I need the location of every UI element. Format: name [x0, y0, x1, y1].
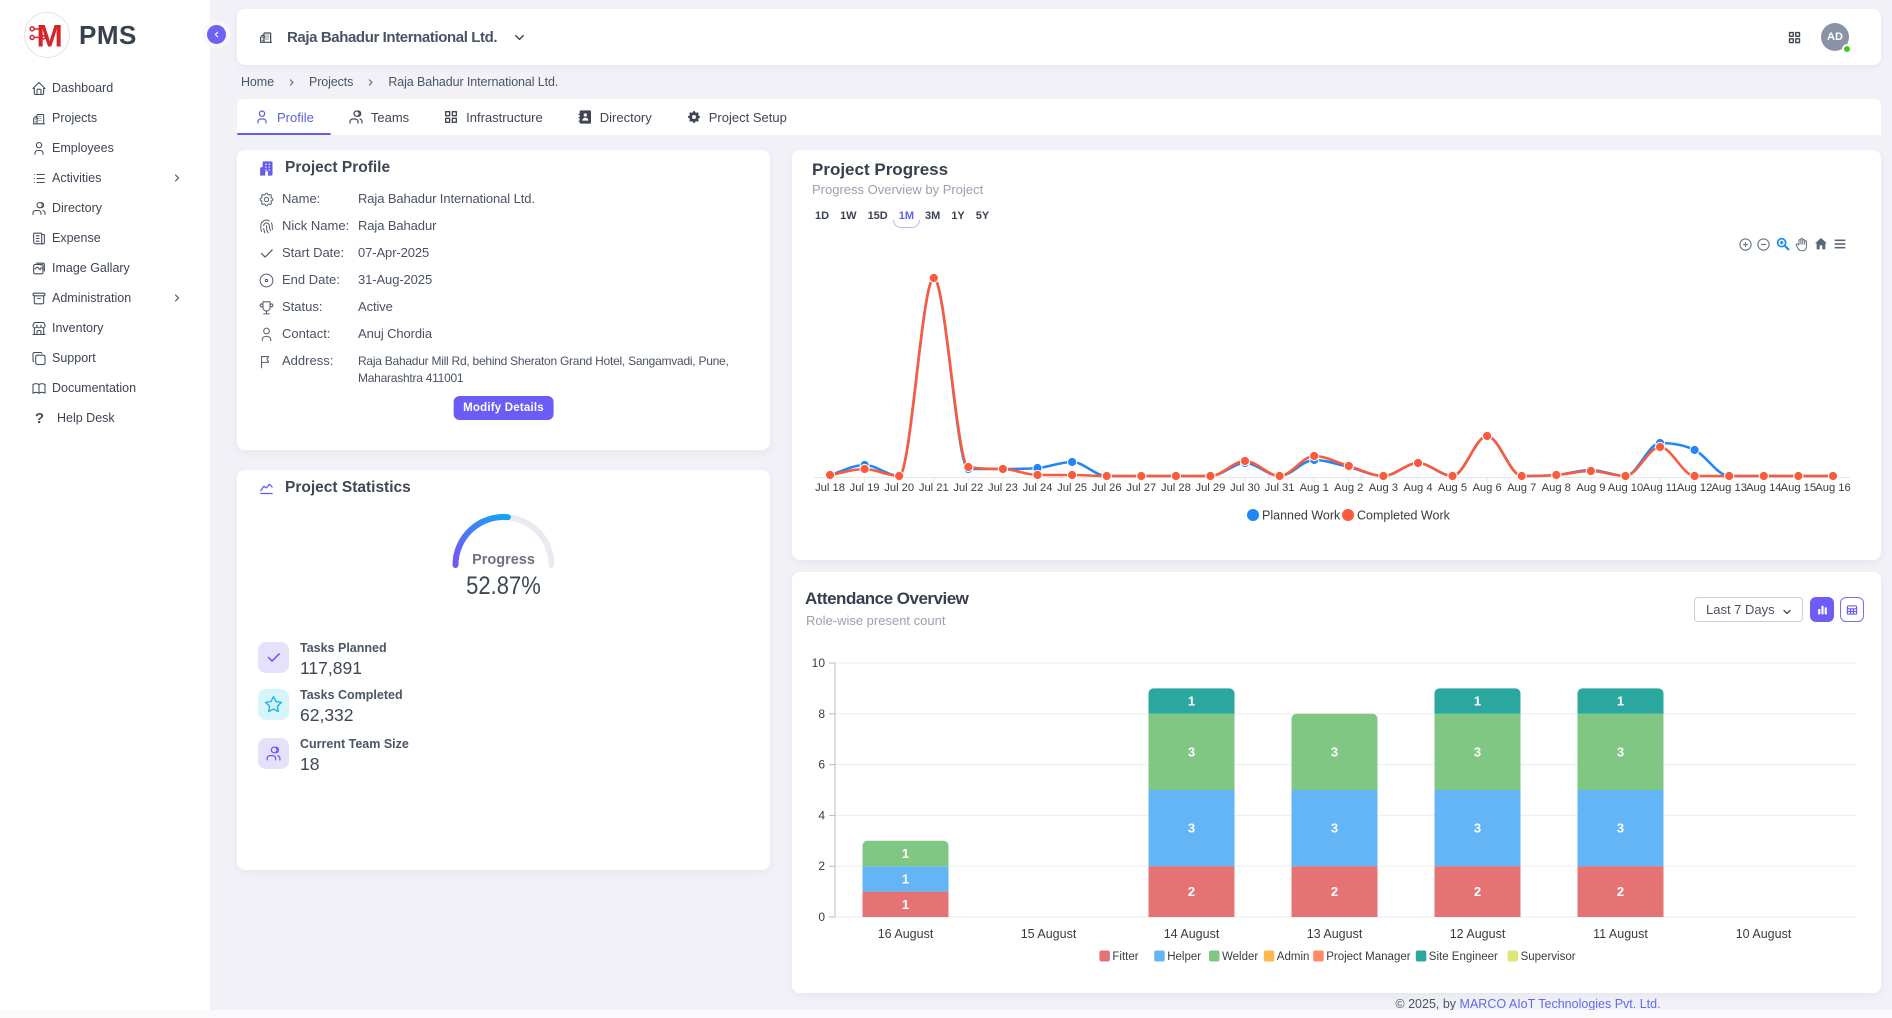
svg-text:Aug 14: Aug 14	[1746, 482, 1781, 494]
svg-text:14 August: 14 August	[1164, 927, 1220, 941]
svg-text:Aug 15: Aug 15	[1781, 482, 1816, 494]
svg-text:Jul 25: Jul 25	[1057, 482, 1087, 494]
svg-text:1: 1	[1188, 694, 1195, 709]
svg-text:16 August: 16 August	[878, 927, 934, 941]
svg-text:15 August: 15 August	[1021, 927, 1077, 941]
svg-text:3: 3	[1474, 744, 1481, 759]
svg-text:Aug 9: Aug 9	[1576, 482, 1605, 494]
svg-text:4: 4	[818, 808, 825, 822]
svg-text:Aug 10: Aug 10	[1608, 482, 1643, 494]
svg-text:10: 10	[812, 656, 826, 670]
svg-text:Aug 1: Aug 1	[1300, 482, 1329, 494]
svg-text:Project Manager: Project Manager	[1326, 951, 1411, 963]
svg-text:1: 1	[902, 871, 909, 886]
svg-text:1: 1	[902, 846, 909, 861]
svg-text:3: 3	[1617, 821, 1624, 836]
svg-text:8: 8	[818, 707, 825, 721]
svg-text:M: M	[36, 17, 62, 53]
svg-text:3: 3	[1188, 821, 1195, 836]
svg-text:Aug 4: Aug 4	[1403, 482, 1432, 494]
svg-text:Aug 2: Aug 2	[1334, 482, 1363, 494]
svg-text:13 August: 13 August	[1307, 927, 1363, 941]
svg-text:3: 3	[1331, 821, 1338, 836]
svg-text:1: 1	[1474, 694, 1481, 709]
svg-text:Aug 13: Aug 13	[1711, 482, 1746, 494]
svg-text:Fitter: Fitter	[1112, 951, 1138, 963]
svg-text:Planned Work: Planned Work	[1262, 509, 1341, 523]
svg-text:Aug 16: Aug 16	[1815, 482, 1850, 494]
svg-text:1: 1	[902, 897, 909, 912]
svg-text:2: 2	[1474, 884, 1481, 899]
svg-text:Jul 24: Jul 24	[1023, 482, 1053, 494]
svg-text:Jul 23: Jul 23	[988, 482, 1018, 494]
svg-text:Site Engineer: Site Engineer	[1429, 951, 1498, 963]
svg-text:3: 3	[1474, 821, 1481, 836]
svg-text:Admin: Admin	[1277, 951, 1310, 963]
svg-text:Jul 27: Jul 27	[1126, 482, 1156, 494]
svg-text:Welder: Welder	[1222, 951, 1258, 963]
svg-text:12 August: 12 August	[1450, 927, 1506, 941]
svg-text:Helper: Helper	[1167, 951, 1201, 963]
svg-text:3: 3	[1188, 744, 1195, 759]
svg-text:2: 2	[1331, 884, 1338, 899]
svg-text:11 August: 11 August	[1593, 927, 1648, 941]
svg-text:Aug 7: Aug 7	[1507, 482, 1536, 494]
svg-text:3: 3	[1331, 744, 1338, 759]
svg-text:Jul 19: Jul 19	[850, 482, 880, 494]
svg-text:3: 3	[1617, 744, 1624, 759]
svg-text:2: 2	[1188, 884, 1195, 899]
svg-text:Jul 22: Jul 22	[953, 482, 983, 494]
svg-text:10 August: 10 August	[1736, 927, 1792, 941]
svg-text:Aug 8: Aug 8	[1542, 482, 1571, 494]
svg-text:Jul 20: Jul 20	[884, 482, 914, 494]
svg-text:Jul 21: Jul 21	[919, 482, 949, 494]
svg-text:Jul 31: Jul 31	[1265, 482, 1295, 494]
svg-text:Aug 6: Aug 6	[1472, 482, 1501, 494]
svg-text:Supervisor: Supervisor	[1521, 951, 1576, 963]
svg-text:Jul 29: Jul 29	[1195, 482, 1225, 494]
svg-text:2: 2	[1617, 884, 1624, 899]
svg-text:Jul 18: Jul 18	[815, 482, 845, 494]
svg-text:2: 2	[818, 859, 825, 873]
svg-text:Aug 11: Aug 11	[1643, 482, 1678, 494]
svg-text:1: 1	[1617, 694, 1624, 709]
svg-text:Aug 12: Aug 12	[1677, 482, 1712, 494]
svg-text:Jul 28: Jul 28	[1161, 482, 1191, 494]
svg-text:Aug 3: Aug 3	[1369, 482, 1398, 494]
svg-text:6: 6	[818, 758, 825, 772]
svg-text:Jul 30: Jul 30	[1230, 482, 1260, 494]
svg-text:Jul 26: Jul 26	[1092, 482, 1122, 494]
svg-text:Completed Work: Completed Work	[1357, 509, 1451, 523]
svg-text:0: 0	[818, 910, 825, 924]
svg-text:Aug 5: Aug 5	[1438, 482, 1467, 494]
